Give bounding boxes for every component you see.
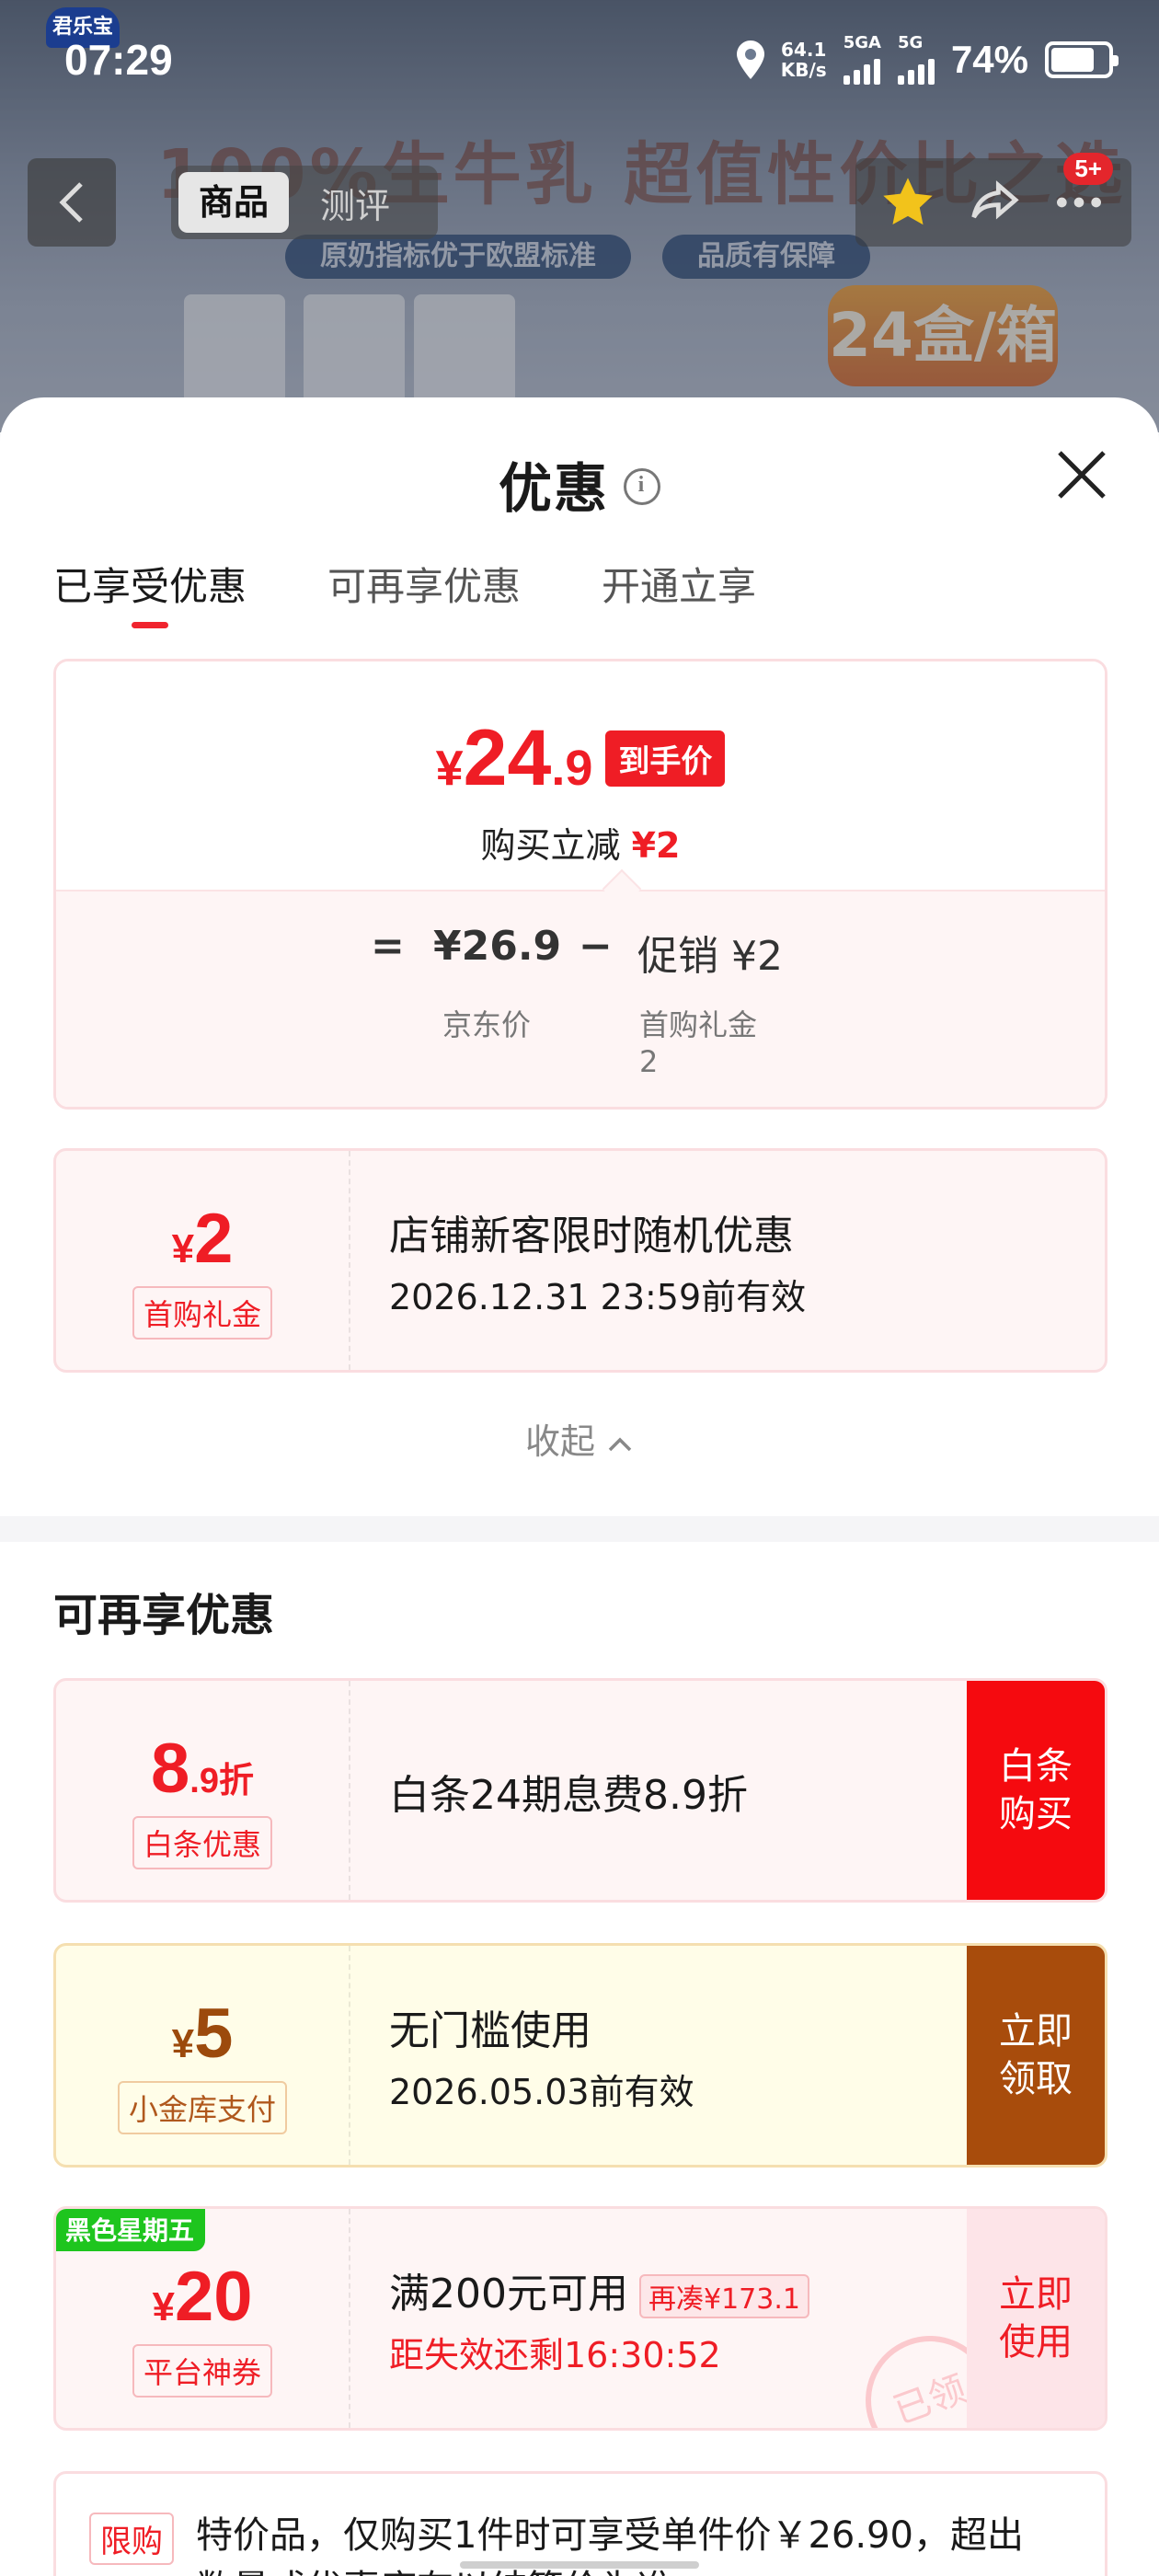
coupon-title: 白条24期息费8.9折 bbox=[389, 1772, 748, 1819]
coupon-details: 店铺新客限时随机优惠 2026.12.31 23:59前有效 bbox=[389, 1202, 939, 1319]
coupon-type-label: 首购礼金 bbox=[132, 1286, 272, 1340]
price-decimal: .9 bbox=[551, 741, 593, 796]
coupon-amount: 5 bbox=[194, 1995, 234, 2073]
product-toolbar: 5+ bbox=[855, 153, 1131, 247]
discount-tabs: 已享受优惠 可再享优惠 开通立享 bbox=[0, 517, 1159, 628]
coupon-value: ¥5 小金库支付 bbox=[56, 1946, 350, 2165]
coupon-title: 店铺新客限时随机优惠 bbox=[389, 1213, 794, 1259]
currency-symbol: ¥ bbox=[435, 741, 464, 796]
platform-coupon: 黑色星期五 ¥20 平台神券 满200元可用 再凑¥173.1 距失效还剩16:3… bbox=[53, 2206, 1107, 2431]
price-summary-card: ¥24.9 到手价 购买立减 ¥2 = ¥26.9 − 促销 ¥2 京东价 首购… bbox=[53, 659, 1107, 1110]
info-icon[interactable] bbox=[624, 467, 660, 505]
message-count-badge: 5+ bbox=[1063, 153, 1113, 185]
signal-bars-icon bbox=[843, 52, 881, 85]
price-integer: 24 bbox=[463, 714, 552, 802]
jd-price-label: 京东价 bbox=[442, 1007, 532, 1042]
sheet-header: 优惠 bbox=[0, 397, 1159, 520]
final-price-block: ¥24.9 到手价 购买立减 ¥2 bbox=[56, 661, 1105, 890]
discount-sheet: 优惠 已享受优惠 可再享优惠 开通立享 ¥24.9 到手价 购买立减 ¥2 = bbox=[0, 397, 1159, 2576]
coupon-details: 无门槛使用 2026.05.03前有效 bbox=[389, 1997, 939, 2114]
close-icon[interactable] bbox=[1052, 445, 1111, 504]
status-bar: 07:29 64.1 KB/s 5GA 5G 74% bbox=[0, 28, 1159, 101]
location-icon bbox=[736, 40, 764, 79]
net-type-label: 5G bbox=[897, 33, 924, 52]
purchase-limit-notice: 限购 特价品，仅购买1件时可享受单件价￥26.90，超出数量或优惠库存以结算价为… bbox=[53, 2471, 1107, 2576]
coupon-type-label: 小金库支付 bbox=[117, 2081, 287, 2134]
home-indicator[interactable] bbox=[460, 2561, 699, 2569]
coupon-value: ¥2 首购礼金 bbox=[56, 1151, 350, 1370]
net-speed: 64.1 KB/s bbox=[781, 40, 827, 80]
signal-bars-icon bbox=[897, 52, 935, 85]
collapse-label: 收起 bbox=[524, 1421, 595, 1462]
battery-icon bbox=[1045, 41, 1119, 78]
back-button[interactable] bbox=[28, 158, 116, 247]
coupon-value: ¥20 平台神券 bbox=[56, 2209, 350, 2428]
coupon-amount: 2 bbox=[194, 1200, 234, 1278]
coupon-type-label: 白条优惠 bbox=[132, 1816, 272, 1869]
signal-5g: 5G bbox=[897, 33, 935, 85]
coupon-amount: 8 bbox=[151, 1730, 190, 1808]
promo-amount: 促销 ¥2 bbox=[637, 933, 783, 980]
coupon-value: 8.9折 白条优惠 bbox=[56, 1681, 350, 1900]
tab-enjoyed[interactable]: 已享受优惠 bbox=[53, 517, 247, 628]
promo-label: 首购礼金 2 bbox=[639, 1002, 757, 1079]
expiry-countdown: 距失效还剩16:30:52 bbox=[389, 2335, 721, 2375]
claim-coupon-button[interactable]: 立即 领取 bbox=[967, 1946, 1105, 2165]
coupon-details: 白条24期息费8.9折 bbox=[389, 1762, 939, 1821]
first-purchase-gift-coupon: ¥2 首购礼金 店铺新客限时随机优惠 2026.12.31 23:59前有效 bbox=[53, 1148, 1107, 1373]
net-speed-value: 64.1 bbox=[781, 39, 827, 61]
tab-product[interactable]: 商品 bbox=[178, 172, 290, 233]
product-tab-switcher: 商品 测评 bbox=[171, 166, 438, 239]
instant-discount-amount: ¥2 bbox=[631, 825, 681, 866]
final-price-tag: 到手价 bbox=[605, 730, 726, 787]
baitiao-buy-button[interactable]: 白条 购买 bbox=[967, 1681, 1105, 1900]
sheet-title-text: 优惠 bbox=[498, 457, 609, 520]
instant-discount-line: 购买立减 ¥2 bbox=[56, 817, 1105, 868]
net-type-label: 5GA bbox=[843, 33, 881, 52]
tab-review[interactable]: 测评 bbox=[289, 178, 390, 228]
coupon-type-label: 平台神券 bbox=[132, 2344, 272, 2398]
promo-label-text: 首购礼金 bbox=[639, 1007, 758, 1042]
tab-activate[interactable]: 开通立享 bbox=[602, 517, 756, 627]
coupon-currency: ¥ bbox=[152, 2284, 175, 2329]
promo-label-value: 2 bbox=[639, 1044, 659, 1079]
tab-more-available[interactable]: 可再享优惠 bbox=[327, 517, 521, 627]
final-price: ¥24.9 bbox=[436, 713, 593, 804]
coupon-title: 无门槛使用 bbox=[389, 2007, 591, 2054]
chevron-left-icon bbox=[59, 182, 83, 223]
coupon-currency: ¥ bbox=[171, 1226, 195, 1271]
add-on-amount-badge[interactable]: 再凑¥173.1 bbox=[638, 2274, 809, 2318]
collapse-button[interactable]: 收起 bbox=[0, 1413, 1159, 1464]
battery-percent: 74% bbox=[950, 38, 1028, 81]
chevron-up-icon bbox=[608, 1437, 632, 1452]
sheet-title: 优惠 bbox=[0, 445, 1159, 523]
limit-tag: 限购 bbox=[89, 2513, 174, 2565]
section-divider bbox=[0, 1516, 1159, 1542]
coupon-title: 满200元可用 bbox=[389, 2271, 628, 2317]
product-nav-bar: 商品 测评 5+ bbox=[0, 153, 1159, 247]
equals-sign: = bbox=[371, 923, 405, 970]
coupon-validity: 2026.12.31 23:59前有效 bbox=[389, 1277, 807, 1317]
coupon-validity: 2026.05.03前有效 bbox=[389, 2072, 694, 2112]
star-icon[interactable] bbox=[878, 173, 937, 232]
coupon-amount-suffix: .9折 bbox=[189, 1762, 254, 1800]
signal-5ga: 5GA bbox=[843, 35, 881, 85]
jd-price: ¥26.9 bbox=[433, 923, 562, 970]
coupon-details: 满200元可用 再凑¥173.1 距失效还剩16:30:52 bbox=[389, 2260, 939, 2377]
price-breakdown: = ¥26.9 − 促销 ¥2 京东价 首购礼金 2 bbox=[56, 868, 1105, 1107]
share-icon[interactable] bbox=[964, 173, 1023, 232]
more-discounts-title: 可再享优惠 bbox=[53, 1590, 275, 1641]
baitiao-coupon: 8.9折 白条优惠 白条24期息费8.9折 白条 购买 bbox=[53, 1678, 1107, 1903]
jinku-coupon: ¥5 小金库支付 无门槛使用 2026.05.03前有效 立即 领取 bbox=[53, 1943, 1107, 2168]
coupon-amount: 20 bbox=[174, 2258, 253, 2336]
coupon-currency: ¥ bbox=[171, 2021, 195, 2066]
net-speed-unit: KB/s bbox=[780, 59, 827, 81]
use-coupon-button[interactable]: 立即 使用 bbox=[967, 2209, 1105, 2428]
clock: 07:29 bbox=[64, 36, 173, 84]
instant-discount-label: 购买立减 bbox=[480, 825, 621, 866]
minus-sign: − bbox=[579, 923, 613, 970]
